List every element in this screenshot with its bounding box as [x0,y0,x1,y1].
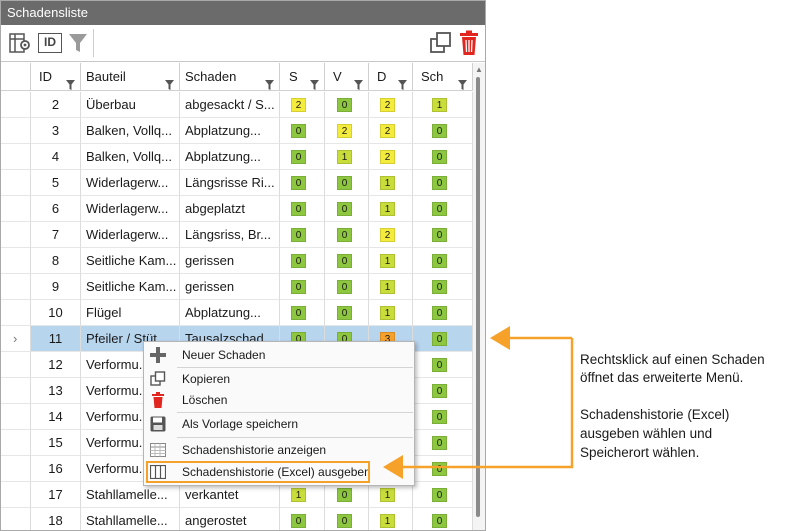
annotation-line: Schadenshistorie (Excel) [580,407,730,422]
annotation-line: Speicherort wählen. [580,445,700,460]
annotation-line: Rechtsklick auf einen Schaden [580,352,765,367]
arrow-head-to-row [490,326,510,350]
arrow-head-to-menu-item [383,455,403,479]
arrow-line-to-menu-item [395,338,574,469]
annotation-line: öffnet das erweiterte Menü. [580,370,744,385]
annotation-line: ausgeben wählen und [580,426,713,441]
